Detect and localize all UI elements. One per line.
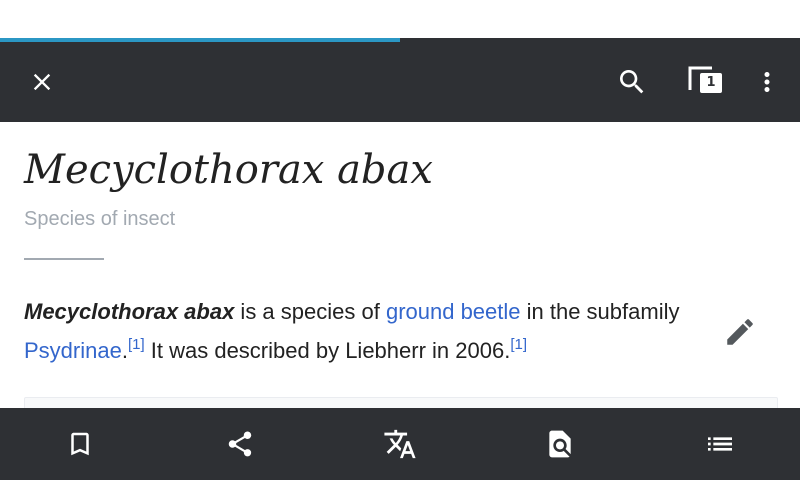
table-of-contents-button[interactable] [696, 420, 744, 468]
tabs-count: 1 [700, 73, 722, 93]
bottom-action-bar [0, 408, 800, 480]
change-language-button[interactable] [376, 420, 424, 468]
status-strip [0, 0, 800, 38]
bold-species-name: Mecyclothorax abax [24, 299, 235, 324]
overflow-menu-button[interactable] [743, 58, 791, 106]
save-bookmark-button[interactable] [56, 420, 104, 468]
close-button[interactable] [18, 58, 66, 106]
reference-link[interactable]: [1] [128, 336, 145, 353]
lead-paragraph: Mecyclothorax abax is a species of groun… [24, 292, 704, 370]
page-title: Mecyclothorax abax [24, 147, 433, 193]
close-icon [33, 73, 51, 91]
edit-section-button[interactable] [716, 308, 764, 356]
paragraph-text: in the subfamily [520, 299, 680, 324]
paragraph-text: It was described by Liebherr in 2006. [144, 338, 511, 363]
article-content: Mecyclothorax abax Species of insect Mec… [0, 122, 800, 419]
search-button[interactable] [608, 58, 656, 106]
find-in-page-button[interactable] [536, 420, 584, 468]
table-of-contents-icon [708, 437, 732, 451]
find-in-page-icon [549, 430, 571, 458]
page-description: Species of insect [24, 208, 176, 230]
share-button[interactable] [216, 420, 264, 468]
link-ground-beetle[interactable]: ground beetle [386, 299, 521, 324]
link-psydrinae[interactable]: Psydrinae [24, 338, 122, 363]
paragraph-text: is a species of [234, 299, 386, 324]
tabs-button[interactable]: 1 [680, 58, 728, 106]
translate-icon [384, 429, 416, 459]
title-divider [24, 258, 104, 260]
search-icon [620, 70, 644, 94]
share-icon [228, 431, 252, 457]
reference-link[interactable]: [1] [510, 336, 527, 353]
top-toolbar: 1 [0, 42, 800, 122]
pencil-icon [727, 319, 753, 345]
more-vert-icon [764, 72, 770, 92]
bookmark-icon [71, 432, 89, 456]
